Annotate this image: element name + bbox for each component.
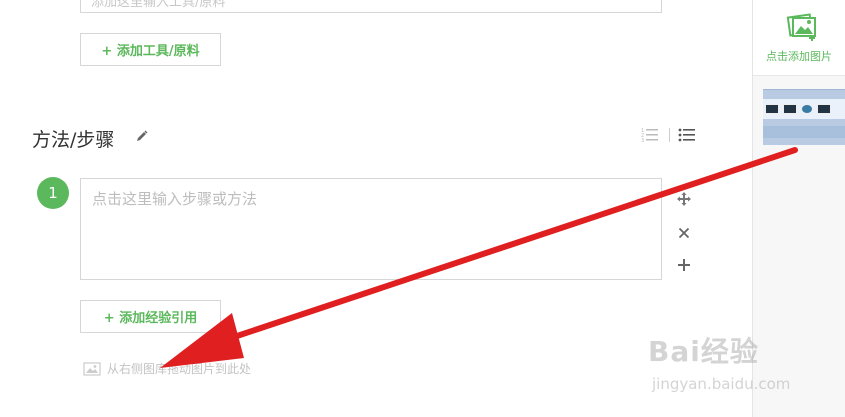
thumbnail-item <box>801 104 813 114</box>
tools-input-placeholder: 添加这里输入工具/原料 <box>91 0 226 10</box>
ordered-list-icon[interactable]: 1 2 3 <box>641 127 659 143</box>
watermark-url: jingyan.baidu.com <box>652 375 791 393</box>
unordered-list-icon[interactable] <box>678 127 696 143</box>
plus-icon[interactable] <box>676 257 692 273</box>
thumbnail-item <box>817 104 831 114</box>
add-picture-label: 点击添加图片 <box>766 50 832 63</box>
step-input-placeholder: 点击这里输入步骤或方法 <box>92 190 258 208</box>
section-title: 方法/步骤 <box>32 129 115 151</box>
pencil-icon[interactable] <box>135 129 149 143</box>
image-thumbnail[interactable] <box>763 89 845 145</box>
list-toggle-divider <box>669 128 670 142</box>
thumbnail-lower-band <box>763 126 845 138</box>
thumbnail-band <box>763 99 845 119</box>
add-quote-button[interactable]: + 添加经验引用 <box>80 300 221 333</box>
add-picture-button[interactable]: 点击添加图片 <box>753 0 845 76</box>
drag-hint-text: 从右侧图库拖动图片到此处 <box>107 362 252 376</box>
step-number-badge: 1 <box>37 177 69 209</box>
tools-input[interactable]: 添加这里输入工具/原料 <box>80 0 662 13</box>
svg-text:3: 3 <box>641 138 644 143</box>
add-tool-button[interactable]: + 添加工具/原料 <box>80 33 221 66</box>
close-icon[interactable] <box>676 225 692 241</box>
move-icon[interactable] <box>676 191 692 207</box>
add-picture-icon <box>786 13 816 41</box>
watermark-logo: Bai经验 <box>648 335 759 368</box>
drag-image-hint: 从右侧图库拖动图片到此处 <box>83 360 251 377</box>
image-icon <box>83 361 101 376</box>
thumbnail-item <box>783 104 797 114</box>
thumbnail-item <box>765 104 779 114</box>
step-input[interactable]: 点击这里输入步骤或方法 <box>80 178 662 280</box>
